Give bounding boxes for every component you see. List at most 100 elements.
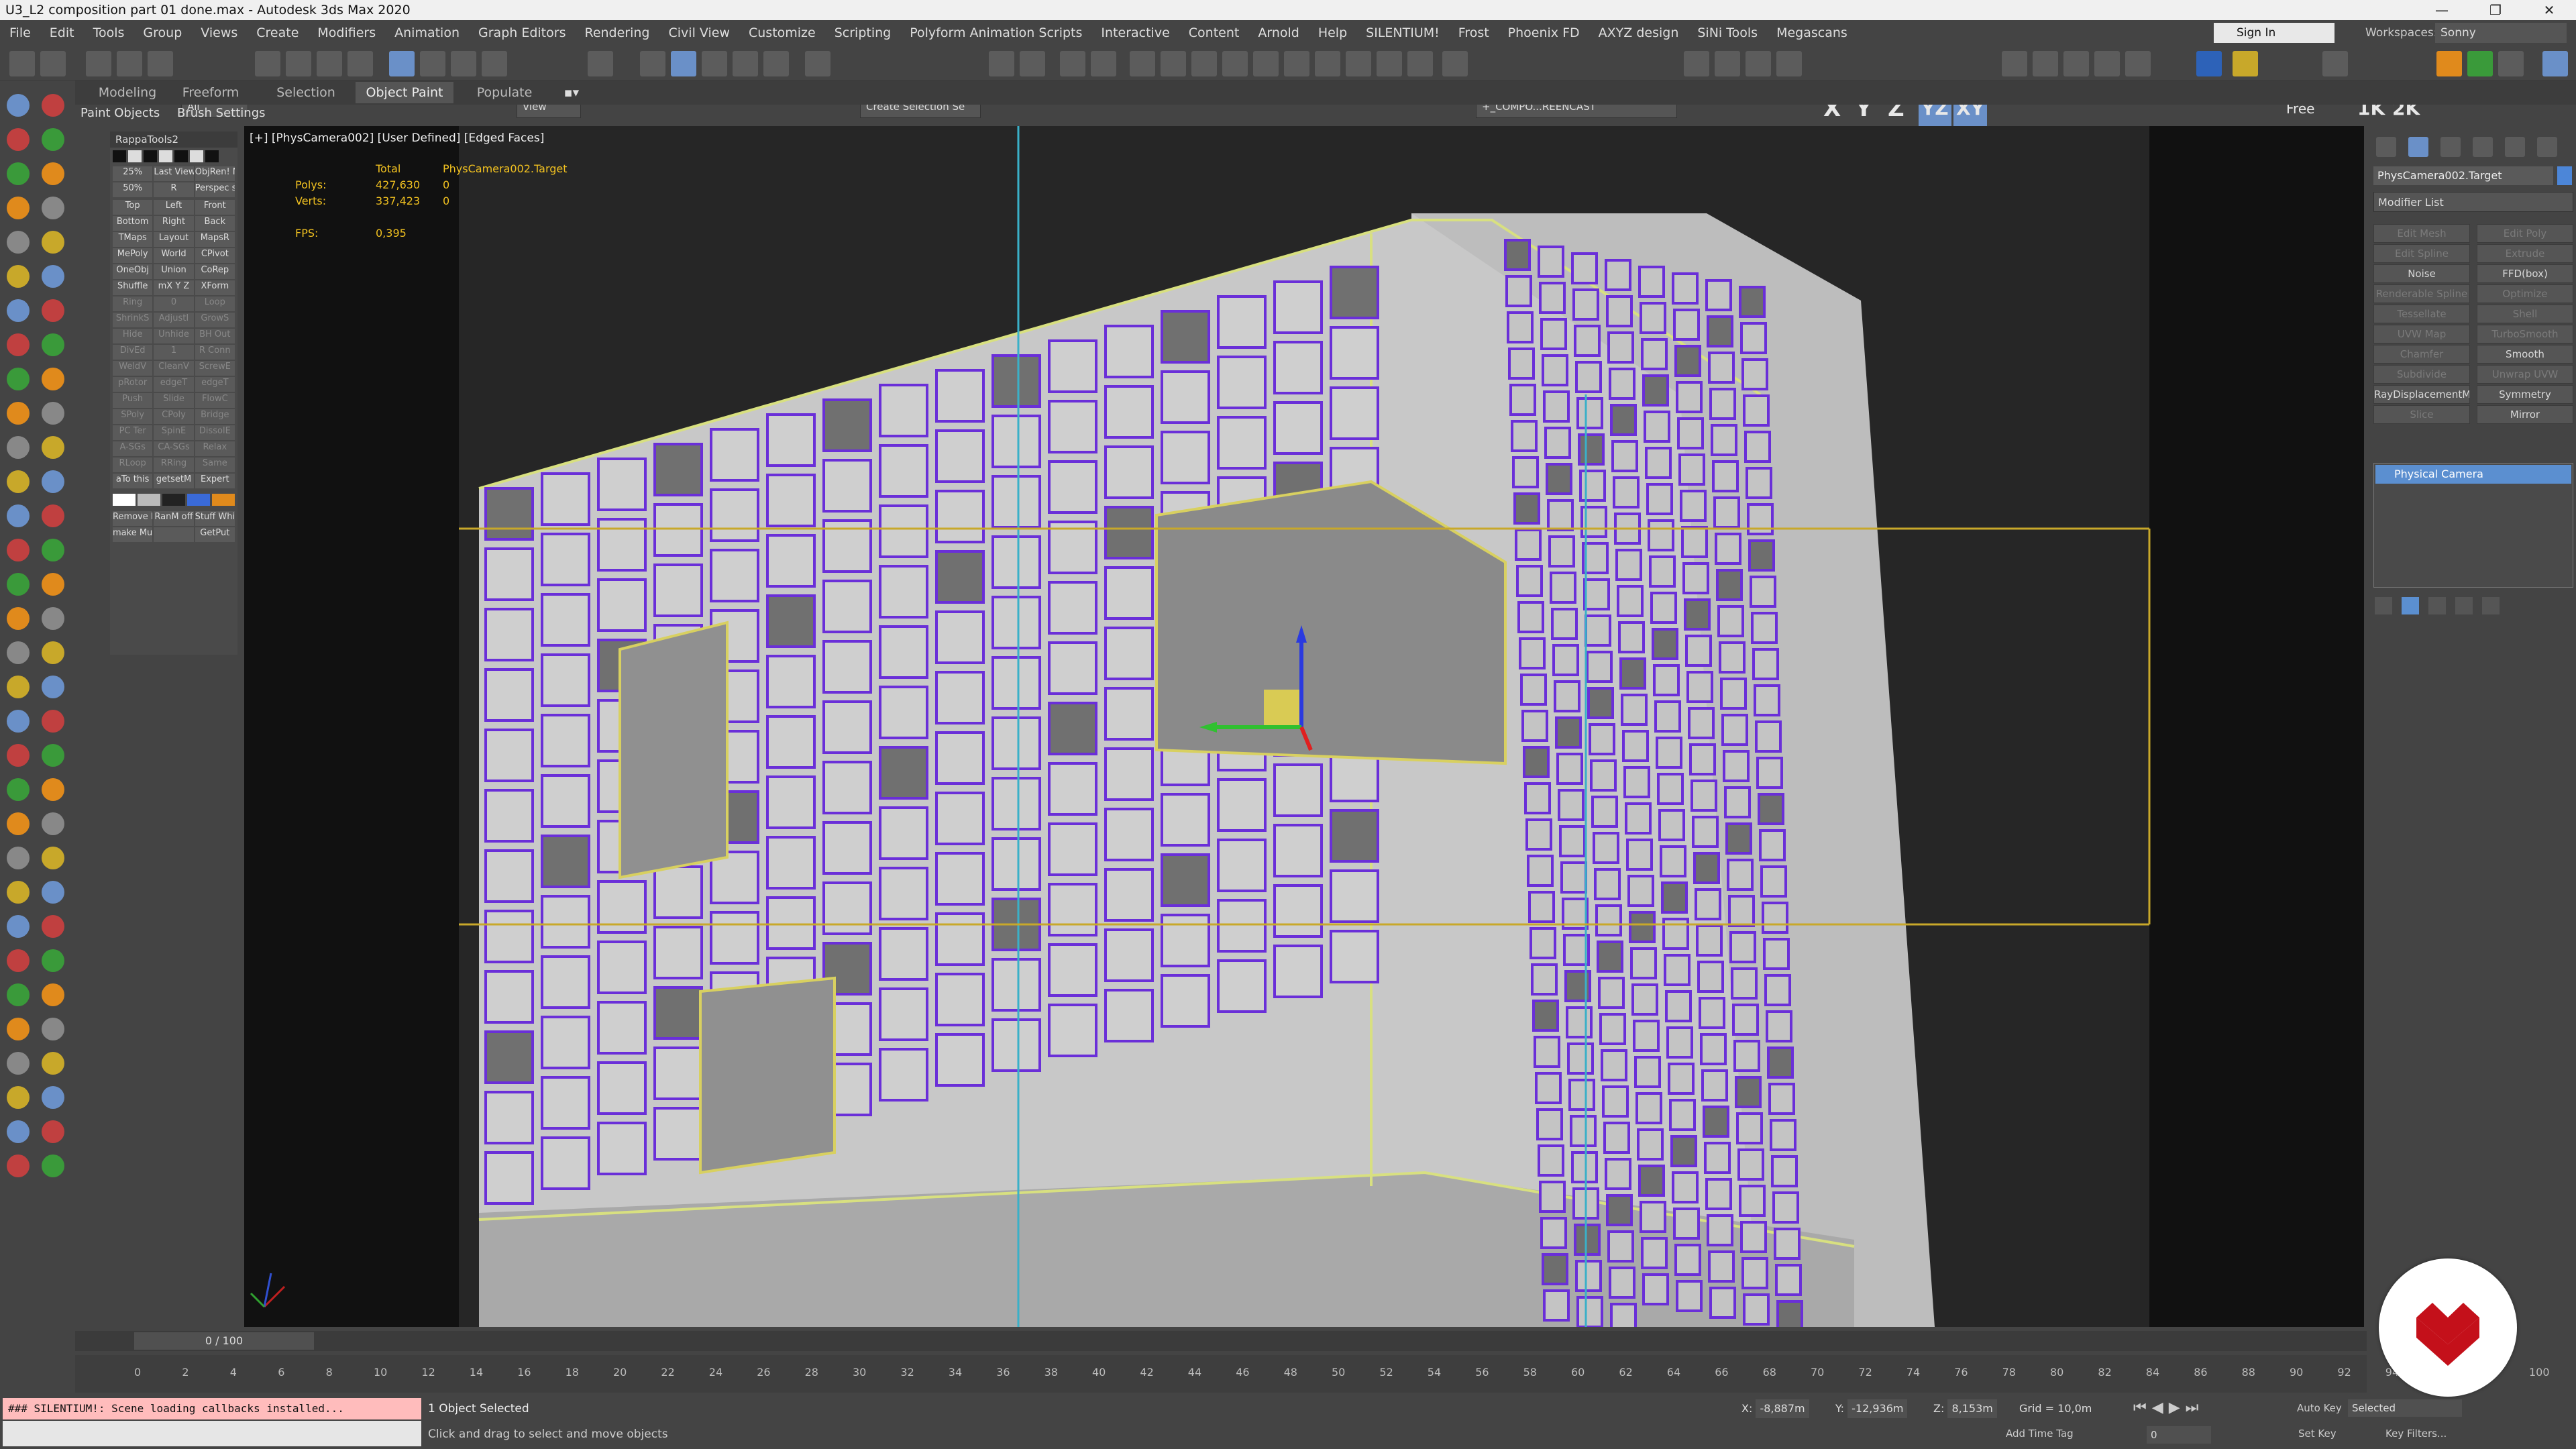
tool-strip-icon[interactable] — [42, 128, 64, 151]
x-coordinate[interactable]: X: -8,887m — [1741, 1399, 1809, 1418]
menu-item-create[interactable]: Create — [247, 25, 308, 40]
rappa-button-screwe[interactable]: ScrewE — [195, 361, 235, 376]
modifier-button-slice[interactable]: Slice — [2373, 405, 2470, 424]
modifier-button-extrude[interactable]: Extrude — [2477, 244, 2573, 263]
menu-item-frost[interactable]: Frost — [1449, 25, 1499, 40]
close-button[interactable]: ✕ — [2522, 0, 2576, 20]
modifier-button-smooth[interactable]: Smooth — [2477, 345, 2573, 364]
make-multi-mat-button[interactable]: make Multi Mat — [113, 527, 153, 542]
rappa-button-slide[interactable]: Slide — [154, 393, 194, 408]
rappa-button-push[interactable]: Push — [113, 393, 153, 408]
modify-tab-icon[interactable] — [2408, 137, 2428, 157]
tool-strip-icon[interactable] — [7, 1086, 30, 1109]
tool-strip-icon[interactable] — [42, 847, 64, 869]
rappa-button-bridge[interactable]: Bridge — [195, 409, 235, 424]
utilities-tab-icon[interactable] — [2537, 137, 2557, 157]
tool-strip-icon[interactable] — [7, 607, 30, 630]
select-and-move-icon[interactable] — [389, 51, 415, 76]
swatch-icon[interactable] — [190, 150, 203, 162]
swatch-icon[interactable] — [205, 150, 219, 162]
tool-strip-icon[interactable] — [42, 1120, 64, 1143]
unlink-icon[interactable] — [117, 51, 142, 76]
swatch-icon[interactable] — [174, 150, 188, 162]
shirt-tool-icon[interactable] — [2063, 51, 2089, 76]
select-and-place-icon[interactable] — [482, 51, 507, 76]
rectangular-selection-icon[interactable] — [317, 51, 342, 76]
tab-selection[interactable]: Selection — [259, 82, 353, 103]
rappa-button-union[interactable]: Union — [154, 264, 194, 279]
rappa-button-spoly[interactable]: SPoly — [113, 409, 153, 424]
tool-strip-icon[interactable] — [42, 197, 64, 219]
rappa-button-r-conn[interactable]: R Conn — [195, 345, 235, 360]
rappa-button-edget[interactable]: edgeT — [195, 377, 235, 392]
tool-strip-icon[interactable] — [7, 1018, 30, 1040]
layer-manager-icon[interactable] — [1442, 51, 1468, 76]
menu-item-views[interactable]: Views — [191, 25, 247, 40]
select-by-name-icon[interactable] — [286, 51, 311, 76]
populate-tool-icon[interactable] — [2033, 51, 2058, 76]
layer-explorer-icon[interactable] — [1091, 51, 1116, 76]
swatch-icon[interactable] — [144, 150, 157, 162]
rappa-button-world[interactable]: World — [154, 248, 194, 263]
undo-icon[interactable] — [9, 51, 35, 76]
color-swatch[interactable] — [212, 494, 235, 506]
rappa-button-weldv[interactable]: WeldV — [113, 361, 153, 376]
playback-controls[interactable]: ⏮◀▶⏭ — [2133, 1399, 2204, 1416]
menu-item-customize[interactable]: Customize — [739, 25, 825, 40]
viewport-scene[interactable] — [244, 126, 2364, 1327]
tool-strip-icon[interactable] — [42, 983, 64, 1006]
rappa-button-0[interactable]: 0 — [154, 297, 194, 311]
last-view-button[interactable]: Last View — [154, 166, 194, 181]
z-value[interactable]: 8,153m — [1947, 1399, 1997, 1418]
maxscript-listener[interactable]: ### SILENTIUM!: Scene loading callbacks … — [3, 1398, 421, 1419]
menu-item-sini-tools[interactable]: SiNi Tools — [1688, 25, 1767, 40]
rappa-button-cpoly[interactable]: CPoly — [154, 409, 194, 424]
viewport-label[interactable]: [+] [PhysCamera002] [User Defined] [Edge… — [250, 131, 544, 145]
layer-tool-icon[interactable] — [2125, 51, 2151, 76]
tool-strip-icon[interactable] — [7, 402, 30, 425]
sun-tool-icon[interactable] — [2233, 51, 2258, 76]
modifier-button-renderable-spline[interactable]: Renderable Spline — [2373, 284, 2470, 303]
tool-strip-icon[interactable] — [42, 744, 64, 767]
tool-strip-icon[interactable] — [42, 1155, 64, 1177]
rappa-button-adjusti[interactable]: AdjustI — [154, 313, 194, 327]
modifier-button-optimize[interactable]: Optimize — [2477, 284, 2573, 303]
rappa-button-top[interactable]: Top — [113, 200, 153, 215]
tool-strip-icon[interactable] — [7, 504, 30, 527]
tool-strip-icon[interactable] — [7, 265, 30, 288]
modifier-button-raydisplacementmo[interactable]: RayDisplacementMo — [2373, 385, 2470, 404]
modifier-button-edit-spline[interactable]: Edit Spline — [2373, 244, 2470, 263]
tool-strip-icon[interactable] — [42, 436, 64, 459]
rappa-button-expert[interactable]: Expert — [195, 474, 235, 488]
tool-strip-icon[interactable] — [42, 607, 64, 630]
create-tab-icon[interactable] — [2376, 137, 2396, 157]
hierarchy-tab-icon[interactable] — [2440, 137, 2461, 157]
camera-tool-icon[interactable] — [2542, 51, 2568, 76]
time-slider-thumb[interactable]: 0 / 100 — [134, 1332, 314, 1350]
fp-tool-icon[interactable] — [2436, 51, 2462, 76]
snaps-toggle-icon[interactable] — [671, 51, 696, 76]
rappa-button-mx-y-z[interactable]: mX Y Z — [154, 280, 194, 295]
brush-settings-panel[interactable]: Brush Settings — [177, 106, 266, 120]
rappa-button-hide[interactable]: Hide — [113, 329, 153, 343]
rappa-button-mapsr[interactable]: MapsR — [195, 232, 235, 247]
rappa-button-protor[interactable]: pRotor — [113, 377, 153, 392]
tool-strip-icon[interactable] — [42, 641, 64, 664]
tab-object-paint[interactable]: Object Paint — [356, 82, 453, 103]
menu-item-silentium-[interactable]: SILENTIUM! — [1356, 25, 1449, 40]
rappa-button-a-sgs[interactable]: A-SGs — [113, 441, 153, 456]
tab-freeform[interactable]: Freeform — [170, 82, 251, 103]
getput-button[interactable]: GetPut — [195, 527, 235, 542]
render-production-icon[interactable] — [1315, 51, 1340, 76]
tool-strip-icon[interactable] — [42, 333, 64, 356]
rappa-button-unhide[interactable]: Unhide — [154, 329, 194, 343]
toggle-scene-explorer-icon[interactable] — [1060, 51, 1085, 76]
menu-item-tools[interactable]: Tools — [84, 25, 134, 40]
configure-sets-icon[interactable] — [2482, 597, 2500, 614]
rappa-button-same[interactable]: Same — [195, 458, 235, 472]
curve-editor-icon[interactable] — [1161, 51, 1186, 76]
render-setup-icon[interactable] — [1253, 51, 1279, 76]
ranm-off-button[interactable]: RanM off — [154, 511, 194, 526]
tool-strip-icon[interactable] — [42, 265, 64, 288]
modifier-list-dropdown[interactable]: Modifier List — [2373, 192, 2573, 212]
